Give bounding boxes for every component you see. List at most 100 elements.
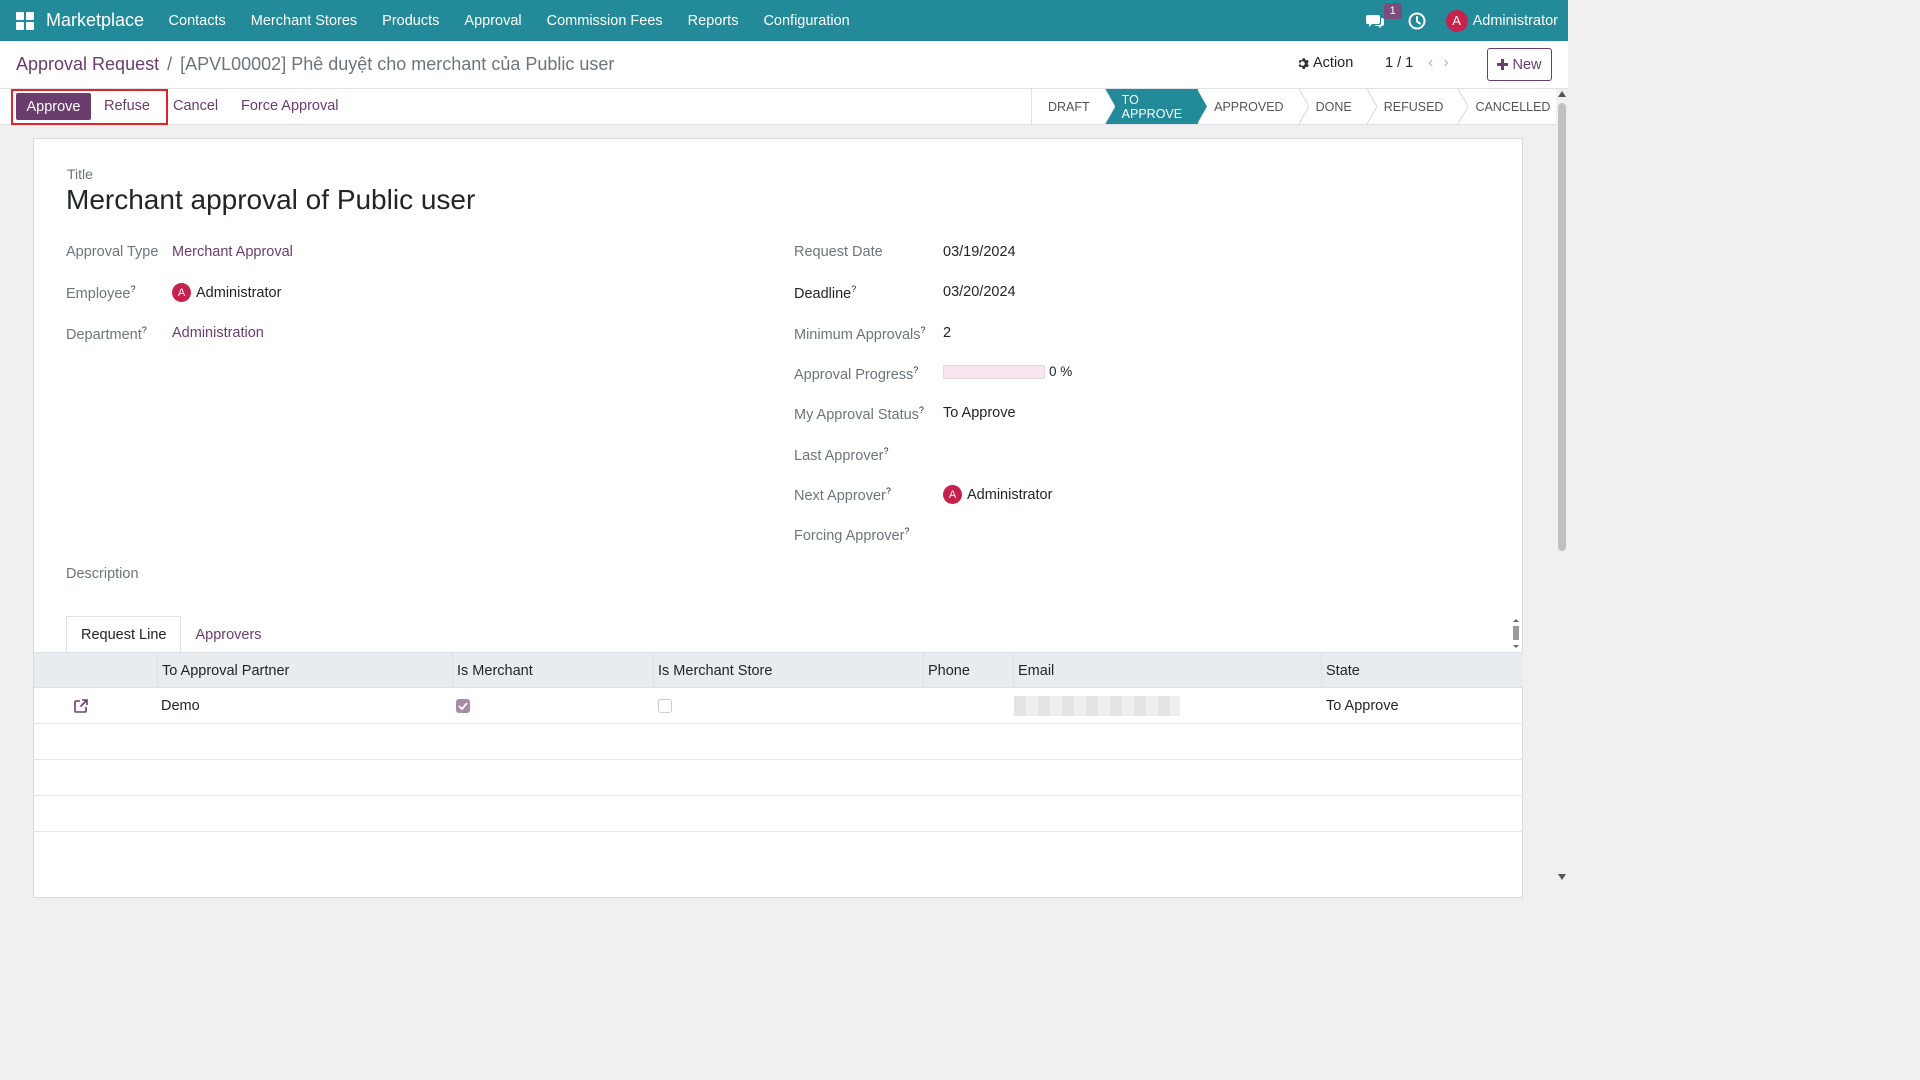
employee-avatar: A xyxy=(172,283,191,302)
table-header: To Approval Partner Is Merchant Is Merch… xyxy=(34,652,1523,688)
table-scrollbar[interactable] xyxy=(1511,617,1521,651)
col-state[interactable]: State xyxy=(1321,653,1523,688)
systray: 1 A Administrator xyxy=(1365,0,1568,41)
form-sheet: Title Merchant approval of Public user A… xyxy=(33,138,1523,898)
menu-contacts[interactable]: Contacts xyxy=(156,13,238,29)
app-brand[interactable]: Marketplace xyxy=(46,10,144,31)
scrollbar-thumb[interactable] xyxy=(1558,103,1566,551)
cancel-button[interactable]: Cancel xyxy=(173,98,218,114)
col-phone[interactable]: Phone xyxy=(923,653,1013,688)
approval-type-value[interactable]: Merchant Approval xyxy=(172,244,293,260)
pager-value[interactable]: 1 / 1 xyxy=(1385,55,1413,71)
chat-badge: 1 xyxy=(1383,2,1402,19)
menu-approval[interactable]: Approval xyxy=(452,13,534,29)
main-menu: Contacts Merchant Stores Products Approv… xyxy=(156,13,862,29)
menu-commission-fees[interactable]: Commission Fees xyxy=(534,13,675,29)
breadcrumb-parent[interactable]: Approval Request xyxy=(16,54,159,75)
deadline-label: Deadline? xyxy=(794,284,857,302)
tab-request-line[interactable]: Request Line xyxy=(66,616,182,653)
top-navbar: Marketplace Contacts Merchant Stores Pro… xyxy=(0,0,1568,41)
cell-state: To Approve xyxy=(1326,697,1399,714)
approval-type-label: Approval Type xyxy=(66,244,159,260)
menu-merchant-stores[interactable]: Merchant Stores xyxy=(238,13,369,29)
next-approver-label: Next Approver? xyxy=(794,486,891,504)
description-label: Description xyxy=(66,566,139,582)
open-record-icon[interactable] xyxy=(74,688,89,723)
employee-value[interactable]: A Administrator xyxy=(172,283,281,302)
stage-chevron xyxy=(1366,89,1377,124)
min-approvals-label: Minimum Approvals? xyxy=(794,325,926,343)
status-bar: Approve Refuse Cancel Force Approval DRA… xyxy=(0,89,1556,125)
menu-reports[interactable]: Reports xyxy=(675,13,751,29)
approval-progress-text: 0 % xyxy=(1049,364,1073,379)
chevron-left-icon[interactable]: ‹ xyxy=(1428,54,1433,72)
stage-approved[interactable]: APPROVED xyxy=(1198,89,1309,124)
breadcrumb: Approval Request / [APVL00002] Phê duyệt… xyxy=(16,54,614,75)
chat-icon[interactable]: 1 xyxy=(1365,2,1402,31)
control-panel: Approval Request / [APVL00002] Phê duyệt… xyxy=(0,41,1568,89)
email-redacted xyxy=(1014,695,1180,716)
title-field[interactable]: Merchant approval of Public user xyxy=(66,184,475,216)
col-email[interactable]: Email xyxy=(1013,653,1321,688)
stage-refused[interactable]: REFUSED xyxy=(1368,89,1469,124)
notebook-tabs: Request Line Approvers xyxy=(66,616,276,653)
new-label: New xyxy=(1512,56,1542,73)
col-partner[interactable]: To Approval Partner xyxy=(157,653,452,688)
action-label: Action xyxy=(1313,55,1354,71)
title-label: Title xyxy=(67,166,93,182)
col-is-merchant-store[interactable]: Is Merchant Store xyxy=(653,653,923,688)
menu-products[interactable]: Products xyxy=(370,13,452,29)
employee-label: Employee? xyxy=(66,284,136,302)
department-label: Department? xyxy=(66,325,147,343)
request-date-value[interactable]: 03/19/2024 xyxy=(943,244,1016,260)
plus-icon xyxy=(1497,59,1509,70)
breadcrumb-separator: / xyxy=(167,54,173,74)
stage-chevron xyxy=(1197,89,1208,124)
pager-arrows: ‹ › xyxy=(1428,54,1449,72)
force-approval-button[interactable]: Force Approval xyxy=(241,98,339,114)
last-approver-label: Last Approver? xyxy=(794,446,889,464)
stage-cancelled[interactable]: CANCELLED xyxy=(1459,89,1566,124)
user-avatar[interactable]: A xyxy=(1445,9,1468,32)
table-row-empty xyxy=(34,796,1523,832)
apps-grid-icon[interactable] xyxy=(16,11,34,30)
table-row[interactable]: Demo To Approve xyxy=(34,688,1523,724)
my-approval-status-value: To Approve xyxy=(943,405,1016,421)
checkbox-checked xyxy=(456,698,470,713)
cell-is-merchant xyxy=(456,688,470,723)
table-row-empty xyxy=(34,724,1523,760)
highlight-annotation xyxy=(11,89,168,125)
department-value[interactable]: Administration xyxy=(172,325,264,341)
next-approver-name: Administrator xyxy=(967,486,1053,503)
tab-approvers[interactable]: Approvers xyxy=(181,616,275,653)
stage-draft[interactable]: DRAFT xyxy=(1032,89,1115,124)
menu-configuration[interactable]: Configuration xyxy=(751,13,862,29)
min-approvals-value: 2 xyxy=(943,325,952,341)
stage-chevron xyxy=(1458,89,1469,124)
cell-email xyxy=(1014,688,1180,723)
next-approver-value[interactable]: A Administrator xyxy=(943,485,1052,504)
stage-statusbar: DRAFT TO APPROVE APPROVED DONE REFUSED CANCEL… xyxy=(1031,89,1566,124)
chevron-right-icon[interactable]: › xyxy=(1443,54,1448,72)
checkbox-unchecked xyxy=(658,698,672,713)
stage-chevron xyxy=(1104,89,1115,124)
user-name[interactable]: Administrator xyxy=(1473,13,1558,29)
request-date-label: Request Date xyxy=(794,244,883,260)
clock-icon[interactable] xyxy=(1408,12,1426,30)
page-scrollbar[interactable] xyxy=(1556,89,1568,882)
stage-done[interactable]: DONE xyxy=(1300,89,1377,124)
new-button[interactable]: New xyxy=(1487,48,1552,81)
forcing-approver-label: Forcing Approver? xyxy=(794,526,910,544)
deadline-value[interactable]: 03/20/2024 xyxy=(943,284,1016,300)
action-button[interactable]: Action xyxy=(1296,55,1353,71)
col-is-merchant[interactable]: Is Merchant xyxy=(452,653,653,688)
my-approval-status-label: My Approval Status? xyxy=(794,405,924,423)
gear-icon xyxy=(1298,57,1309,69)
approval-progress-bar xyxy=(943,365,1045,379)
next-approver-avatar: A xyxy=(943,485,962,504)
approval-progress-label: Approval Progress? xyxy=(794,365,919,383)
employee-name: Administrator xyxy=(196,284,282,301)
table-row-empty xyxy=(34,760,1523,796)
stage-chevron xyxy=(1298,89,1309,124)
stage-to-approve[interactable]: TO APPROVE xyxy=(1105,89,1208,124)
